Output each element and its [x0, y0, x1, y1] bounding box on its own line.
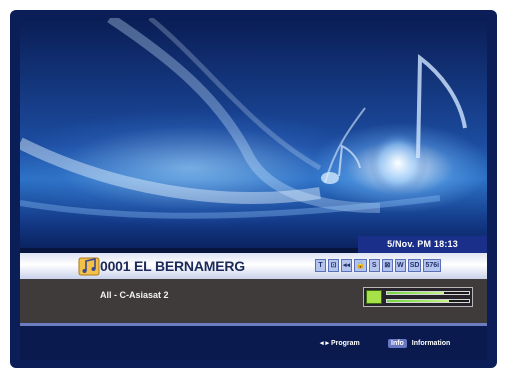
signal-quality-fill: [387, 292, 445, 294]
sd-flag: SD: [407, 259, 422, 272]
program-hint: ◂ ▸ Program: [320, 339, 360, 347]
tv-frame: 5/Nov. PM 18:13 0001 EL BERNAMERG T ⊡ ◂◂…: [10, 10, 497, 368]
channel-flags: T ⊡ ◂◂ 🔒 S ⊠ W SD 576i: [315, 259, 442, 272]
info-key: Info: [388, 339, 407, 348]
music-note-artwork: [20, 18, 467, 219]
left-right-arrows-icon: ◂ ▸: [320, 340, 329, 347]
background-image: [20, 18, 487, 248]
channel-info-bar: 0001 EL BERNAMERG T ⊡ ◂◂ 🔒 S ⊠ W SD 576i: [20, 253, 487, 279]
channel-detail-panel: All - C-Asiasat 2: [20, 279, 487, 323]
teletext-flag: T: [315, 259, 326, 272]
dolby-flag: ⊠: [381, 259, 393, 272]
help-bar: ◂ ▸ Program Info Information: [20, 326, 487, 360]
info-hint-label: Information: [411, 340, 451, 347]
program-hint-label: Program: [330, 340, 360, 347]
music-channel-icon: [78, 257, 100, 276]
signal-meter: [363, 287, 473, 307]
audio-flag: ◂◂: [341, 259, 353, 272]
scrambled-flag: S: [368, 259, 380, 272]
date-time-display: 5/Nov. PM 18:13: [358, 236, 487, 253]
widescreen-flag: W: [394, 259, 406, 272]
channel-name: 0001 EL BERNAMERG: [100, 258, 245, 274]
signal-icon: [366, 290, 382, 304]
lock-icon: 🔒: [354, 259, 367, 272]
info-hint: Info Information: [388, 339, 450, 348]
tv-screen: 5/Nov. PM 18:13 0001 EL BERNAMERG T ⊡ ◂◂…: [20, 18, 487, 360]
signal-level-fill: [387, 300, 449, 302]
satellite-name: All - C-Asiasat 2: [100, 290, 169, 300]
signal-quality-bar: [386, 291, 470, 295]
resolution-flag: 576i: [423, 259, 442, 272]
subtitle-flag: ⊡: [328, 259, 339, 272]
signal-level-bar: [386, 299, 470, 303]
